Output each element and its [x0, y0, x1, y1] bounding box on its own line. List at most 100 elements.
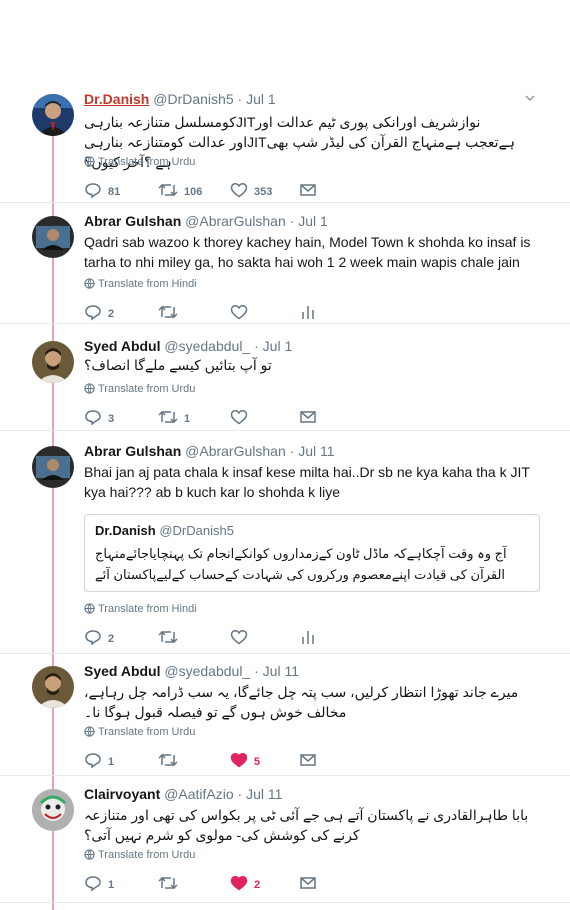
- like-button[interactable]: 2: [230, 874, 260, 892]
- timestamp[interactable]: Jul 11: [263, 663, 299, 679]
- quoted-tweet-text: آج وہ وقت آچکاہےکہ ماڈل ٹاون کےزمداروں ک…: [95, 546, 507, 582]
- display-name[interactable]: Syed Abdul: [84, 338, 161, 354]
- timestamp[interactable]: Jul 1: [263, 338, 293, 354]
- retweet-count: 1: [184, 413, 191, 425]
- reply-button[interactable]: 3: [84, 408, 114, 426]
- chevron-down-icon[interactable]: [524, 92, 536, 104]
- retweet-icon: [158, 410, 178, 424]
- handle[interactable]: @AbrarGulshan: [185, 443, 286, 459]
- tweet-text: تو آپ بتائیں کیسے ملےگا انصاف؟: [84, 357, 272, 373]
- display-name[interactable]: Syed Abdul: [84, 663, 161, 679]
- handle[interactable]: @AatifAzio: [164, 786, 233, 802]
- translate-link[interactable]: Translate from Urdu: [84, 726, 195, 738]
- reply-count: 1: [108, 756, 115, 768]
- like-button[interactable]: [230, 628, 248, 646]
- divider: [0, 430, 570, 431]
- tweet-text: میرے جاند تھوڑا انتظار کرلیں، سب پتہ چل …: [84, 684, 519, 720]
- divider: [0, 902, 570, 903]
- divider: [0, 775, 570, 776]
- timestamp[interactable]: Jul 11: [246, 786, 282, 802]
- reply-count: 1: [108, 879, 115, 891]
- tweet-header: Abrar Gulshan @AbrarGulshan · Jul 11: [84, 442, 530, 462]
- retweet-button[interactable]: [158, 874, 178, 892]
- retweet-button[interactable]: [158, 751, 178, 769]
- like-count: 2: [254, 879, 261, 891]
- handle[interactable]: @AbrarGulshan: [185, 213, 286, 229]
- analytics-button[interactable]: [300, 628, 316, 646]
- reply-count: 3: [108, 413, 115, 425]
- divider: [0, 653, 570, 654]
- quoted-handle: @DrDanish5: [159, 523, 234, 538]
- reply-button[interactable]: 1: [84, 751, 114, 769]
- retweet-count: 106: [184, 186, 203, 198]
- tweet[interactable]: Syed Abdul @syedabdul_ · Jul 1 تو آپ بتا…: [0, 337, 570, 427]
- tweet[interactable]: Clairvoyant @AatifAzio · Jul 11 بابا طاہ…: [0, 785, 570, 895]
- like-button[interactable]: [230, 303, 248, 321]
- reply-button[interactable]: 2: [84, 303, 114, 321]
- quoted-tweet-header: Dr.Danish @DrDanish5: [95, 523, 234, 538]
- timestamp[interactable]: Jul 1: [298, 213, 328, 229]
- reply-button[interactable]: 81: [84, 181, 120, 199]
- translate-label: Translate from Urdu: [98, 726, 196, 738]
- timestamp[interactable]: Jul 11: [298, 443, 334, 459]
- avatar[interactable]: [32, 666, 74, 708]
- envelope-icon: [300, 754, 316, 766]
- timestamp[interactable]: Jul 1: [246, 91, 276, 107]
- retweet-button[interactable]: [158, 303, 178, 321]
- tweet[interactable]: Abrar Gulshan @AbrarGulshan · Jul 1 Qadr…: [0, 212, 570, 322]
- like-button[interactable]: 5: [230, 751, 260, 769]
- translate-link[interactable]: Translate from Urdu: [84, 849, 195, 861]
- reply-count: 81: [108, 186, 121, 198]
- separator-dot: ·: [289, 213, 295, 229]
- translate-link[interactable]: Translate from Urdu: [84, 383, 195, 395]
- globe-icon: [84, 278, 95, 289]
- reply-icon: [85, 753, 101, 769]
- tweet-header: Syed Abdul @syedabdul_ · Jul 1: [84, 337, 530, 357]
- tweet-header: Dr.Danish @DrDanish5 · Jul 1: [84, 90, 530, 110]
- handle[interactable]: @syedabdul_: [164, 663, 250, 679]
- tweet-actions: 1 2: [84, 874, 344, 894]
- translate-link[interactable]: Translate from Hindi: [84, 603, 197, 615]
- avatar[interactable]: [32, 216, 74, 258]
- tweet[interactable]: Dr.Danish @DrDanish5 · Jul 1 نوازشریف او…: [0, 90, 570, 200]
- reply-button[interactable]: 1: [84, 874, 114, 892]
- tweet-actions: 2: [84, 303, 344, 323]
- tweet-header: Clairvoyant @AatifAzio · Jul 11: [84, 785, 530, 805]
- heart-icon: [230, 183, 248, 198]
- tweet[interactable]: Syed Abdul @syedabdul_ · Jul 11 میرے جان…: [0, 662, 570, 772]
- handle[interactable]: @syedabdul_: [164, 338, 250, 354]
- quoted-display-name: Dr.Danish: [95, 523, 156, 538]
- retweet-button[interactable]: 1: [158, 408, 190, 426]
- display-name[interactable]: Abrar Gulshan: [84, 443, 181, 459]
- tweet[interactable]: Abrar Gulshan @AbrarGulshan · Jul 11 Bha…: [0, 442, 570, 652]
- retweet-button[interactable]: 106: [158, 181, 202, 199]
- analytics-button[interactable]: [300, 303, 316, 321]
- separator-dot: ·: [254, 338, 259, 354]
- reply-button[interactable]: 2: [84, 628, 114, 646]
- retweet-button[interactable]: [158, 628, 178, 646]
- avatar[interactable]: [32, 789, 74, 831]
- translate-label: Translate from Urdu: [98, 156, 196, 168]
- avatar[interactable]: [32, 341, 74, 383]
- like-button[interactable]: [230, 408, 248, 426]
- translate-link[interactable]: Translate from Urdu: [84, 156, 195, 168]
- heart-icon: [230, 876, 248, 891]
- handle[interactable]: @DrDanish5: [153, 91, 233, 107]
- quoted-tweet[interactable]: Dr.Danish @DrDanish5 آج وہ وقت آچکاہےکہ …: [84, 514, 540, 592]
- translate-link[interactable]: Translate from Hindi: [84, 278, 197, 290]
- heart-icon: [230, 630, 248, 645]
- retweet-icon: [158, 753, 178, 767]
- display-name[interactable]: Dr.Danish: [84, 91, 149, 107]
- avatar[interactable]: [32, 94, 74, 136]
- display-name[interactable]: Abrar Gulshan: [84, 213, 181, 229]
- dm-button[interactable]: [300, 874, 316, 892]
- avatar[interactable]: [32, 446, 74, 488]
- display-name[interactable]: Clairvoyant: [84, 786, 160, 802]
- globe-icon: [84, 383, 95, 394]
- retweet-icon: [158, 876, 178, 890]
- dm-button[interactable]: [300, 751, 316, 769]
- dm-button[interactable]: [300, 181, 316, 199]
- dm-button[interactable]: [300, 408, 316, 426]
- like-button[interactable]: 353: [230, 181, 272, 199]
- translate-label: Translate from Urdu: [98, 849, 196, 861]
